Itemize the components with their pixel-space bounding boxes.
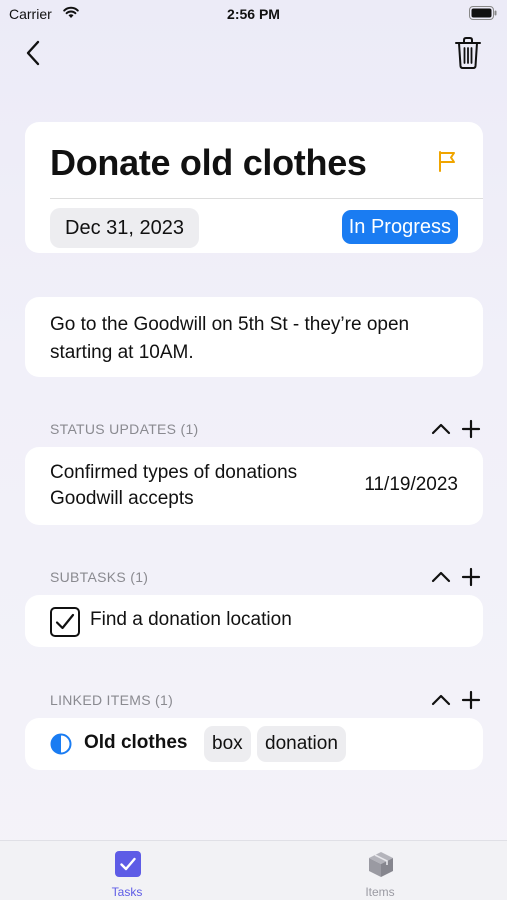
status-badge[interactable]: In Progress [341, 210, 458, 244]
status-update-date: 11/19/2023 [364, 474, 458, 495]
battery-icon [469, 6, 497, 20]
task-title[interactable]: Donate old clothes [50, 142, 367, 184]
cube-icon [369, 852, 393, 877]
clock-label: 2:56 PM [227, 6, 280, 22]
status-update-row[interactable]: Confirmed types of donations Goodwill ac… [25, 447, 483, 525]
chevron-left-icon[interactable] [22, 38, 46, 68]
half-circle-icon [50, 733, 72, 755]
subtasks-controls [431, 567, 481, 589]
checkmark-icon [55, 613, 75, 630]
add-status-update-icon[interactable] [461, 419, 481, 439]
linked-item-row[interactable]: Old clothes box donation [25, 718, 483, 770]
linked-items-header: LINKED ITEMS (1) [50, 692, 174, 708]
status-update-text: Confirmed types of donations Goodwill ac… [50, 462, 298, 509]
subtask-label: Find a donation location [90, 609, 292, 630]
task-header-card: Donate old clothes Dec 31, 2023 In Progr… [25, 122, 483, 253]
subtask-checkbox[interactable] [50, 607, 80, 637]
tab-tasks[interactable]: Tasks [77, 841, 177, 900]
tab-bar: Tasks Items [0, 840, 507, 900]
status-updates-header: STATUS UPDATES (1) [50, 421, 199, 437]
tab-label: Tasks [111, 885, 143, 899]
trash-icon[interactable] [454, 36, 482, 70]
flag-icon[interactable] [436, 149, 458, 173]
linked-items-controls [431, 690, 481, 712]
chevron-up-icon[interactable] [431, 690, 451, 710]
add-subtask-icon[interactable] [461, 567, 481, 587]
status-updates-controls [431, 419, 481, 441]
checkbox-icon [115, 851, 141, 877]
divider [50, 198, 483, 199]
subtask-row[interactable]: Find a donation location [25, 595, 483, 647]
tab-items[interactable]: Items [330, 841, 430, 900]
chevron-up-icon[interactable] [431, 419, 451, 439]
tab-label: Items [365, 885, 395, 899]
linked-item-name: Old clothes [84, 732, 188, 753]
add-linked-item-icon[interactable] [461, 690, 481, 710]
due-date-button[interactable]: Dec 31, 2023 [50, 208, 199, 248]
tag-chip[interactable]: donation [257, 726, 346, 762]
chevron-up-icon[interactable] [431, 567, 451, 587]
task-notes[interactable]: Go to the Goodwill on 5th St - they’re o… [25, 297, 483, 377]
subtasks-header: SUBTASKS (1) [50, 569, 149, 585]
tag-chip[interactable]: box [204, 726, 251, 762]
status-bar: Carrier 2:56 PM [0, 0, 507, 30]
